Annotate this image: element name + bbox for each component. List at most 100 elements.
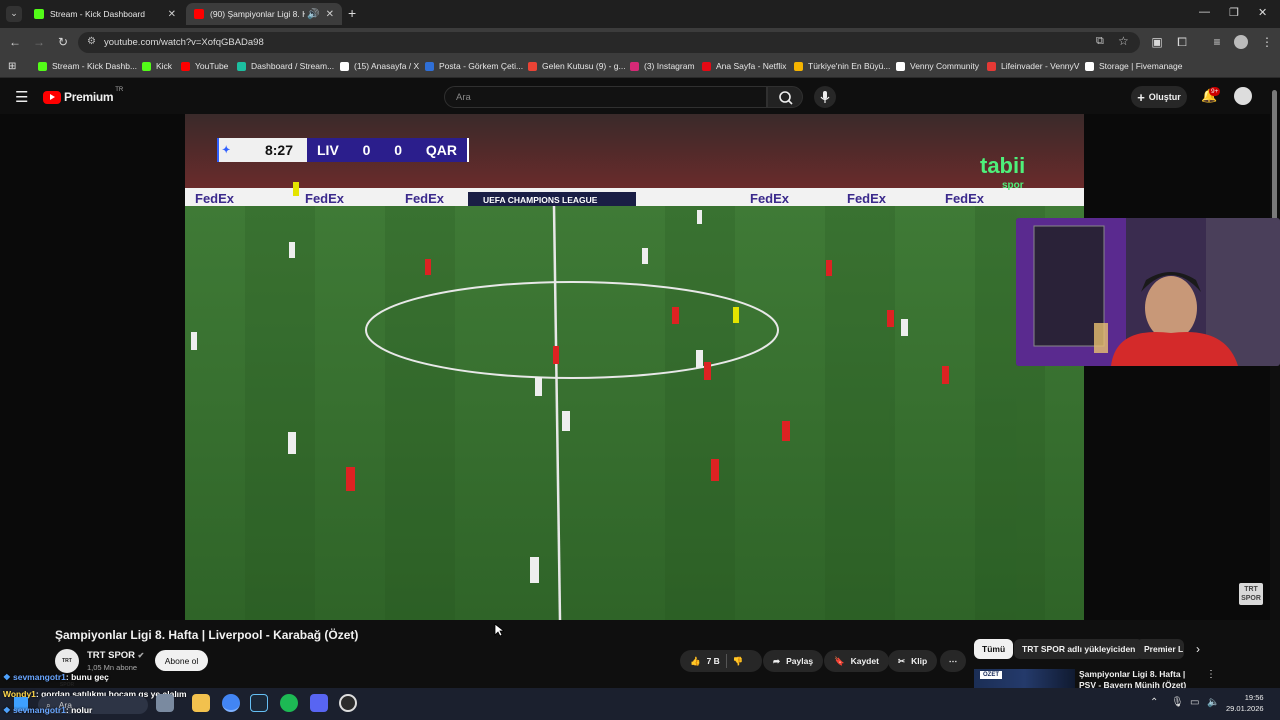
bookmark-item[interactable]: Ana Sayfa - Netflix [702, 61, 786, 71]
taskbar-widget-icon[interactable] [156, 694, 174, 712]
menu-icon[interactable]: ⋮ [1260, 35, 1274, 49]
forward-icon[interactable]: → [32, 35, 46, 49]
linesman [293, 182, 299, 196]
close-icon[interactable]: ✕ [168, 9, 176, 20]
recommended-thumbnail[interactable]: ÖZET [974, 669, 1075, 688]
reload-icon[interactable]: ↻ [56, 35, 70, 49]
channel-name[interactable]: TRT SPOR ✔ [87, 650, 144, 661]
bookmark-item[interactable]: Storage | Fivemanage [1085, 61, 1182, 71]
more-actions-button[interactable]: ⋯ [940, 650, 966, 672]
create-button[interactable]: + Oluştur [1131, 86, 1187, 108]
bookmark-star-icon[interactable]: ☆ [1118, 34, 1129, 48]
youtube-icon [194, 9, 204, 19]
kebab-menu-icon[interactable]: ⋮ [1206, 669, 1216, 680]
new-tab-button[interactable]: + [348, 5, 356, 21]
bookmark-item[interactable]: Venny Community [896, 61, 979, 71]
video-frame[interactable]: FedEx FedEx FedEx FedEx FedEx FedEx UEFA… [185, 114, 1084, 620]
volume-icon[interactable]: 🔈 [1207, 697, 1219, 708]
bookmark-item[interactable]: Türkiye'nin En Büyü... [794, 61, 890, 71]
bookmark-label: (15) Anasayfa / X [354, 61, 420, 71]
speaker-icon[interactable]: 🔊 [307, 9, 319, 20]
kick-icon [34, 9, 44, 19]
chip-uploader[interactable]: TRT SPOR adlı yükleyiciden [1014, 639, 1144, 659]
mouse-cursor [494, 623, 504, 637]
match-clock: ✦ 8:27 [217, 138, 307, 162]
install-icon[interactable]: ⧉ [1096, 35, 1104, 48]
bookmark-label: Posta - Görkem Çeti... [439, 61, 524, 71]
streamer-webcam [1016, 218, 1280, 366]
share-label: Paylaş [786, 656, 814, 666]
avatar[interactable] [1234, 87, 1252, 105]
clip-button[interactable]: ✂ Klip [888, 650, 938, 672]
steam-icon[interactable] [250, 694, 268, 712]
youtube-logo[interactable]: Premium TR [43, 87, 123, 104]
discord-icon[interactable] [310, 694, 328, 712]
channel-name-text: TRT SPOR [87, 650, 136, 661]
profile-avatar[interactable] [1234, 35, 1248, 49]
chevron-up-icon[interactable]: ⌃ [1150, 697, 1158, 708]
extension-icon[interactable]: ▣ [1150, 35, 1164, 49]
webcam-overlay [1016, 218, 1280, 366]
storage-icon [1085, 61, 1094, 71]
ucl-board-text: UEFA CHAMPIONS LEAGUE [483, 195, 598, 205]
bookmark-item[interactable]: Stream - Kick Dashb... [38, 61, 137, 71]
site-info-icon[interactable]: ⚙ [87, 36, 96, 47]
scrollbar[interactable] [1272, 90, 1277, 220]
obs-icon[interactable] [339, 694, 357, 712]
channel-avatar[interactable]: TRT SPOR [55, 649, 79, 688]
bookmark-item[interactable]: Kick [142, 61, 172, 71]
tab-youtube[interactable]: (90) Şampiyonlar Ligi 8. Haf 🔊 ✕ [186, 3, 342, 25]
like-button[interactable]: 👍 7 B [690, 656, 720, 667]
instagram-icon [630, 61, 639, 71]
subscribe-button[interactable]: Abone ol [155, 650, 208, 671]
bookmark-item[interactable]: Dashboard / Stream... [237, 61, 334, 71]
kick-icon [38, 61, 47, 71]
tab-kick-dashboard[interactable]: Stream - Kick Dashboard ✕ [26, 3, 184, 25]
bookmark-item[interactable]: Posta - Görkem Çeti... [425, 61, 523, 71]
voice-search-button[interactable] [814, 86, 836, 108]
puzzle-icon[interactable]: ⧠ [1175, 35, 1189, 49]
chip-premier-league[interactable]: Premier L [1136, 639, 1184, 659]
bookmark-label: Ana Sayfa - Netflix [716, 61, 787, 71]
tab-title: (90) Şampiyonlar Ligi 8. Haf [210, 9, 306, 19]
away-team: QAR [425, 142, 457, 158]
share-button[interactable]: ➦ Paylaş [763, 650, 824, 672]
maximize-button[interactable]: ❐ [1229, 6, 1239, 19]
dislike-button[interactable]: 👎 [733, 656, 744, 667]
chevron-right-icon[interactable]: › [1196, 642, 1200, 656]
apps-icon[interactable]: ⊞ [8, 61, 16, 72]
site-icon [794, 61, 803, 71]
search-icon [779, 91, 793, 105]
subscriber-count: 1,05 Mn abone [87, 663, 138, 672]
save-button[interactable]: 🔖 Kaydet [824, 650, 889, 672]
bookmark-label: Stream - Kick Dashb... [52, 61, 138, 71]
close-icon[interactable]: ✕ [326, 9, 334, 20]
search-input[interactable]: Ara [444, 86, 767, 108]
media-icon[interactable]: ≡ [1210, 35, 1224, 49]
bookmark-item[interactable]: YouTube [181, 61, 228, 71]
bookmark-item[interactable]: (3) Instagram [630, 61, 695, 71]
window-close-button[interactable]: ✕ [1258, 6, 1267, 19]
back-icon[interactable]: ← [8, 35, 22, 49]
system-clock[interactable]: 19:56 29.01.2026 [1226, 692, 1264, 714]
scorebug: ✦ 8:27 LIV 0 0 QAR [217, 138, 469, 162]
tab-search-icon[interactable]: ⌄ [6, 6, 22, 22]
chrome-icon[interactable] [222, 694, 240, 712]
score-teams: LIV 0 0 QAR [307, 138, 469, 162]
bookmark-label: Türkiye'nin En Büyü... [808, 61, 891, 71]
minimize-button[interactable]: — [1199, 6, 1210, 18]
microphone-icon[interactable]: 🎙 [1171, 697, 1184, 708]
file-explorer-icon[interactable] [192, 694, 210, 712]
lifeinvader-icon [987, 61, 996, 71]
subscribe-label: Abone ol [164, 655, 199, 666]
network-icon[interactable]: ▭ [1190, 697, 1199, 708]
bookmark-item[interactable]: Gelen Kutusu (9) - g... [528, 61, 626, 71]
bookmark-item[interactable]: (15) Anasayfa / X [340, 61, 419, 71]
address-bar[interactable]: ⚙ youtube.com/watch?v=XofqGBADa98 ⧉ ☆ [78, 32, 1140, 53]
search-button[interactable] [767, 86, 803, 108]
chip-all[interactable]: Tümü [974, 639, 1014, 659]
spotify-icon[interactable] [280, 694, 298, 712]
ad-board-text: FedEx [750, 191, 790, 206]
hamburger-icon[interactable]: ☰ [15, 88, 28, 106]
bookmark-item[interactable]: Lifeinvader - VennyV [987, 61, 1079, 71]
